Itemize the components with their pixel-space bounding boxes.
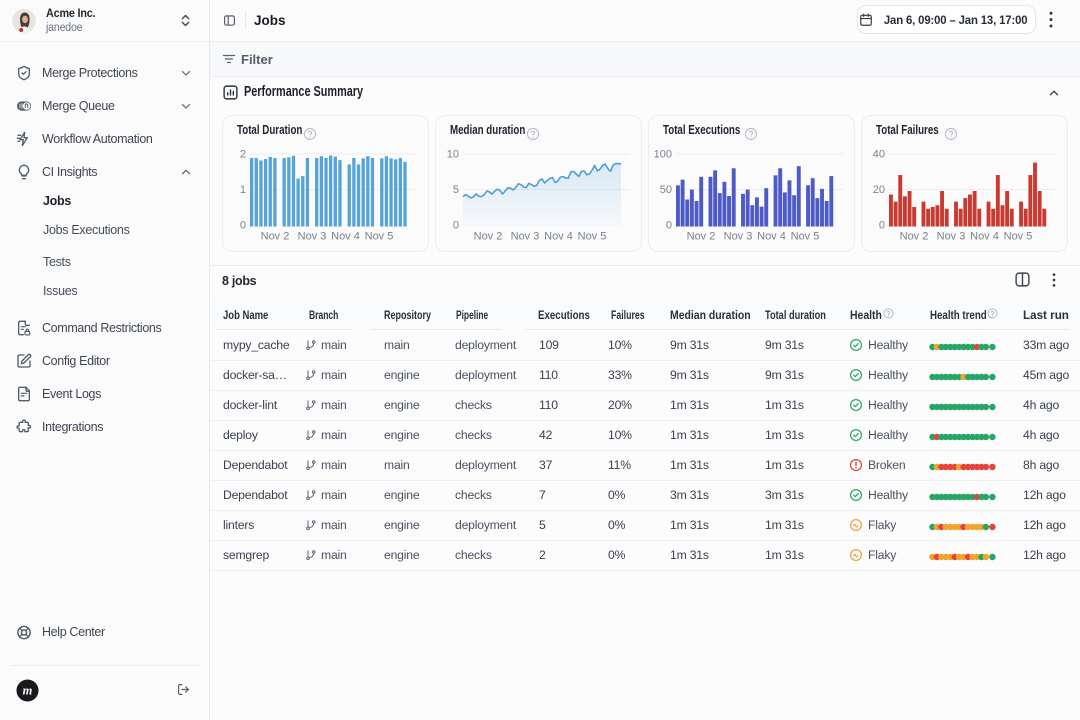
svg-text:Nov 2: Nov 2 (474, 231, 503, 243)
svg-text:Nov 3: Nov 3 (511, 231, 540, 243)
svg-text:Nov 5: Nov 5 (1004, 231, 1033, 243)
svg-text:40: 40 (873, 149, 885, 161)
svg-text:0: 0 (666, 220, 672, 232)
svg-text:Nov 3: Nov 3 (724, 231, 753, 243)
svg-text:0: 0 (879, 220, 885, 232)
svg-text:Nov 4: Nov 4 (757, 231, 786, 243)
svg-text:0: 0 (453, 220, 459, 232)
svg-text:Nov 4: Nov 4 (970, 231, 999, 243)
svg-text:1: 1 (240, 184, 246, 196)
svg-text:Nov 5: Nov 5 (578, 231, 607, 243)
svg-text:20: 20 (873, 184, 885, 196)
svg-text:10: 10 (447, 149, 459, 161)
svg-text:Nov 4: Nov 4 (331, 231, 360, 243)
svg-text:m: m (23, 684, 33, 698)
svg-text:2: 2 (240, 149, 246, 161)
svg-text:0: 0 (240, 220, 246, 232)
svg-text:Nov 2: Nov 2 (900, 231, 929, 243)
svg-text:Nov 3: Nov 3 (298, 231, 327, 243)
svg-text:Nov 4: Nov 4 (544, 231, 573, 243)
svg-text:Nov 2: Nov 2 (261, 231, 290, 243)
svg-text:Nov 5: Nov 5 (365, 231, 394, 243)
svg-text:50: 50 (660, 184, 672, 196)
svg-text:Nov 5: Nov 5 (791, 231, 820, 243)
svg-text:100: 100 (654, 149, 672, 161)
svg-text:Nov 2: Nov 2 (687, 231, 716, 243)
svg-text:Nov 3: Nov 3 (937, 231, 966, 243)
svg-text:5: 5 (453, 184, 459, 196)
